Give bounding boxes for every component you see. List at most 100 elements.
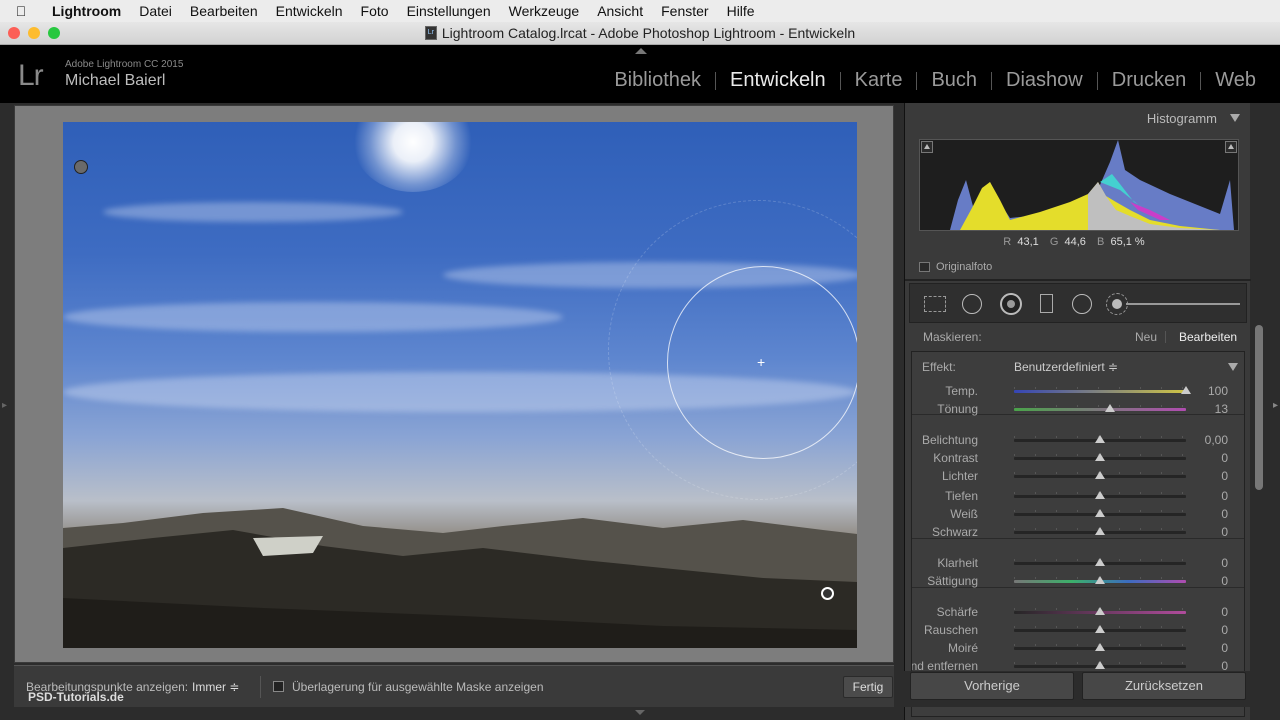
histogram-header[interactable]: Histogramm: [905, 108, 1251, 130]
panel-divider: [905, 279, 1251, 281]
slider-value[interactable]: 0: [1221, 525, 1228, 539]
slider-thumb[interactable]: [1181, 386, 1191, 394]
slider-thumb[interactable]: [1095, 576, 1105, 584]
slider-value[interactable]: 0: [1221, 489, 1228, 503]
module-buch[interactable]: Buch: [917, 69, 991, 92]
slider-track[interactable]: [1014, 390, 1186, 393]
menu-entwickeln[interactable]: Entwickeln: [267, 3, 352, 19]
module-diashow[interactable]: Diashow: [992, 69, 1097, 92]
mask-new-button[interactable]: Neu: [1135, 326, 1157, 348]
slider-value[interactable]: 13: [1215, 402, 1228, 416]
original-photo-toggle[interactable]: Originalfoto: [919, 261, 992, 273]
slider-label: Klarheit: [937, 556, 978, 570]
module-web[interactable]: Web: [1201, 69, 1270, 92]
slider-value[interactable]: 0: [1221, 574, 1228, 588]
effect-collapse-icon[interactable]: [1228, 363, 1238, 371]
menu-bearbeiten[interactable]: Bearbeiten: [181, 3, 267, 19]
effect-preset-select[interactable]: Benutzerdefiniert ≑: [1014, 360, 1118, 374]
b-label: B: [1097, 236, 1105, 248]
slider-value[interactable]: 0: [1221, 507, 1228, 521]
slider-label: Sättigung: [927, 574, 978, 588]
slider-value[interactable]: 0: [1221, 469, 1228, 483]
r-label: R: [1003, 236, 1012, 248]
slider-value[interactable]: 0: [1221, 605, 1228, 619]
window-titlebar: Lr Lightroom Catalog.lrcat - Adobe Photo…: [0, 22, 1280, 45]
overlay-checkbox[interactable]: [273, 681, 284, 692]
module-bibliothek[interactable]: Bibliothek: [600, 69, 715, 92]
slider-thumb[interactable]: [1095, 435, 1105, 443]
menu-werkzeuge[interactable]: Werkzeuge: [500, 3, 589, 19]
right-panel-toggle-icon[interactable]: ▸: [1273, 400, 1278, 411]
slider-thumb[interactable]: [1095, 453, 1105, 461]
module-drucken[interactable]: Drucken: [1098, 69, 1200, 92]
effect-row: Effekt: Benutzerdefiniert ≑: [912, 358, 1244, 376]
menu-fenster[interactable]: Fenster: [652, 3, 717, 19]
histogram-chart[interactable]: [919, 139, 1239, 231]
overlay-label: Überlagerung für ausgewählte Maske anzei…: [292, 680, 544, 694]
minimize-window-button[interactable]: [28, 27, 40, 39]
slider-value[interactable]: 0: [1221, 641, 1228, 655]
histogram-graph: [950, 140, 1234, 230]
menu-datei[interactable]: Datei: [130, 3, 181, 19]
slider-value[interactable]: 100: [1208, 384, 1228, 398]
edit-pin-radial[interactable]: [821, 587, 834, 600]
slider-thumb[interactable]: [1095, 527, 1105, 535]
slider-value[interactable]: 0,00: [1205, 433, 1228, 447]
r-value: 43,1: [1017, 236, 1039, 248]
slider-track[interactable]: [1014, 408, 1186, 411]
spot-removal-icon[interactable]: [962, 294, 982, 314]
menu-ansicht[interactable]: Ansicht: [588, 3, 652, 19]
maximize-window-button[interactable]: [48, 27, 60, 39]
slider-thumb[interactable]: [1105, 404, 1116, 412]
tool-strip: [909, 283, 1247, 323]
done-button[interactable]: Fertig: [843, 676, 893, 698]
lightroom-logo: Lr: [18, 59, 44, 92]
radial-filter-center-icon[interactable]: +: [757, 355, 765, 369]
slider-value[interactable]: 0: [1221, 451, 1228, 465]
close-window-button[interactable]: [8, 27, 20, 39]
mac-menubar:  Lightroom Datei Bearbeiten Entwickeln …: [0, 0, 1280, 22]
slider-thumb[interactable]: [1095, 558, 1105, 566]
slider-thumb[interactable]: [1095, 491, 1105, 499]
collapse-triangle-icon[interactable]: [1230, 114, 1240, 122]
panel-scrollbar[interactable]: [1255, 325, 1263, 490]
slider-thumb[interactable]: [1095, 643, 1105, 651]
slider-thumb[interactable]: [1095, 661, 1105, 669]
slider-thumb[interactable]: [1095, 471, 1105, 479]
module-picker: Bibliothek Entwickeln Karte Buch Diashow…: [600, 69, 1270, 92]
module-karte[interactable]: Karte: [841, 69, 917, 92]
adjustment-brush-icon[interactable]: [1106, 293, 1128, 315]
mask-edit-button[interactable]: Bearbeiten: [1179, 326, 1237, 348]
slider-row: Sättigung 0: [912, 572, 1244, 590]
photo-preview[interactable]: +: [63, 122, 857, 648]
image-canvas[interactable]: +: [14, 105, 894, 663]
menu-app[interactable]: Lightroom: [42, 3, 130, 19]
graduated-filter-icon[interactable]: [1040, 294, 1053, 313]
previous-button[interactable]: Vorherige: [910, 672, 1074, 700]
slider-row: Lichter 0: [912, 467, 1244, 485]
original-photo-checkbox[interactable]: [919, 262, 930, 272]
brush-size-track[interactable]: [1126, 303, 1240, 305]
left-panel-toggle-icon[interactable]: ▸: [2, 400, 7, 411]
module-entwickeln[interactable]: Entwickeln: [716, 69, 840, 92]
slider-thumb[interactable]: [1095, 607, 1105, 615]
pins-select[interactable]: Immer ≑: [192, 680, 239, 694]
crop-overlay-icon[interactable]: [924, 296, 946, 312]
menu-hilfe[interactable]: Hilfe: [718, 3, 764, 19]
red-eye-icon[interactable]: [1000, 293, 1022, 315]
slider-thumb[interactable]: [1095, 625, 1105, 633]
g-label: G: [1049, 236, 1059, 248]
slider-ticks: [1014, 405, 1186, 407]
slider-value[interactable]: 0: [1221, 623, 1228, 637]
slider-value[interactable]: 0: [1221, 556, 1228, 570]
edit-pin-inactive[interactable]: [74, 160, 88, 174]
menu-foto[interactable]: Foto: [352, 3, 398, 19]
window-controls: [8, 27, 60, 39]
menu-einstellungen[interactable]: Einstellungen: [398, 3, 500, 19]
radial-filter-icon[interactable]: [1072, 294, 1092, 314]
bottom-panel-toggle-icon[interactable]: [635, 710, 645, 715]
top-panel-toggle-icon[interactable]: [635, 48, 647, 54]
apple-icon[interactable]: : [0, 3, 42, 19]
slider-thumb[interactable]: [1095, 509, 1105, 517]
reset-button[interactable]: Zurücksetzen: [1082, 672, 1246, 700]
